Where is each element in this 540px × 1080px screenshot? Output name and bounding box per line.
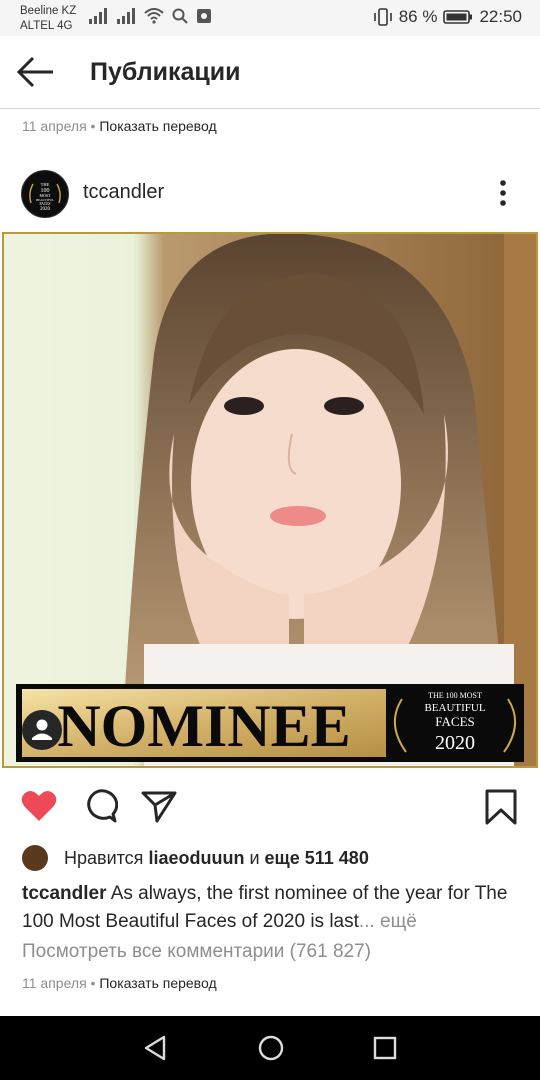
post-meta: 11 апреля • Показать перевод [22,975,217,991]
badge-line-3: FACES [435,714,475,729]
comment-icon[interactable] [80,788,118,824]
top-app-bar: Публикации [0,36,540,109]
nav-home-icon[interactable] [257,1034,285,1062]
signal-icon-2 [117,8,135,24]
image-notification-icon [197,9,211,23]
post-date: 11 апреля [22,975,87,991]
battery-icon [443,10,473,24]
search-icon [172,8,188,24]
post-header: THE 100 MOST BEAUTIFUL FACES 2020 tccand… [0,160,540,226]
signal-icon [89,8,107,24]
svg-text:THE: THE [41,182,50,187]
bookmark-icon[interactable] [484,788,518,826]
liker-avatar [22,845,48,871]
vibrate-icon [373,8,392,26]
likes-and: и [249,847,260,868]
likes-prefix: Нравится [64,847,144,868]
carrier-secondary: ALTEL 4G [20,20,73,32]
more-vertical-icon[interactable] [492,178,514,208]
svg-text:2020: 2020 [40,207,51,212]
previous-post-date: 11 апреля [22,118,87,134]
status-bar: Beeline KZ ALTEL 4G 86 % 22:50 [0,0,540,36]
carrier-primary: Beeline KZ [20,5,77,17]
battery-percent: 86 % [398,7,438,26]
svg-text:FACES: FACES [40,202,51,206]
carrier-info: Beeline KZ ALTEL 4G [20,4,76,34]
post-image[interactable]: NOMINEE THE 100 MOST BEAUTIFUL FACES 202… [2,232,538,768]
post-caption: tccandler As always, the first nominee o… [22,880,522,936]
post-username[interactable]: tccandler [83,181,164,204]
post-actions [0,784,540,830]
nav-recents-icon[interactable] [372,1034,398,1062]
page-title: Публикации [90,58,241,86]
previous-post-translate-link[interactable]: Показать перевод [99,118,216,134]
likes-user[interactable]: liaeoduuun [148,848,244,869]
banner-nominee-word: NOMINEE [57,693,350,759]
share-icon[interactable] [140,788,178,824]
badge-line-2: BEAUTIFUL [424,702,485,714]
likes-line[interactable]: Нравится liaeoduuun и еще 511 480 [22,843,369,873]
caption-more-link[interactable]: ... ещё [359,911,417,932]
wifi-icon [144,8,164,24]
status-icons-right: 86 % 22:50 [373,7,522,27]
logo-graphic: THE 100 MOST BEAUTIFUL FACES 2020 [23,172,67,216]
avatar[interactable]: THE 100 MOST BEAUTIFUL FACES 2020 [21,170,69,218]
system-nav-bar [0,1016,540,1080]
view-comments-link[interactable]: Посмотреть все комментарии (761 827) [22,941,371,963]
heart-icon[interactable] [20,788,58,824]
photo-illustration: NOMINEE THE 100 MOST BEAUTIFUL FACES 202… [4,234,536,766]
caption-username[interactable]: tccandler [22,883,106,904]
badge-line-1: THE 100 MOST [428,691,482,700]
nav-back-icon[interactable] [142,1034,168,1062]
translate-link[interactable]: Показать перевод [99,975,216,991]
status-icons-left [88,8,212,24]
likes-count[interactable]: еще 511 480 [265,848,369,869]
badge-year: 2020 [435,732,475,754]
back-arrow-icon[interactable] [16,56,56,88]
clock: 22:50 [479,7,522,26]
user-tag-icon[interactable] [22,710,62,750]
previous-post-meta: 11 апреля • Показать перевод [22,118,217,134]
